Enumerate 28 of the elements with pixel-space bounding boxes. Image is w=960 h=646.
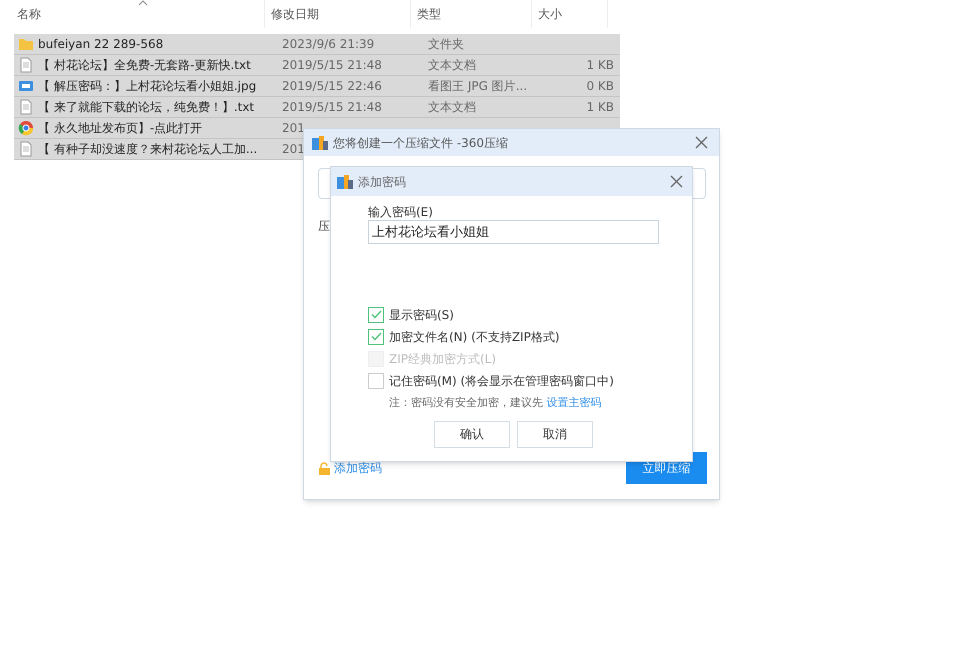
modified-date: 2019/5/15 21:48: [282, 100, 382, 114]
file-type: 看图王 JPG 图片...: [428, 79, 528, 93]
note-text: 注：密码没有安全加密，建议先 设置主密码: [389, 395, 602, 411]
dialog-title: 您将创建一个压缩文件 -360压缩: [333, 134, 510, 152]
file-size: 0 KB: [586, 78, 614, 95]
modified-date: 201: [282, 121, 305, 135]
modified-date: 201: [282, 142, 305, 156]
field-label: 输入密码(E): [368, 205, 434, 219]
file-size: 1 KB: [586, 57, 614, 74]
file-name: 【 村花论坛】全免费-无套路-更新快.txt: [38, 57, 251, 74]
modified-date: 2023/9/6 21:39: [282, 37, 374, 51]
file-name: 【 解压密码：】上村花论坛看小姐姐.jpg: [38, 78, 256, 95]
file-name: bufeiyan 22 289-568: [38, 36, 164, 53]
file-type: 文本文档: [428, 100, 476, 114]
dialog-title: 添加密码: [358, 174, 407, 190]
checkbox-label: 加密文件名(N) (不支持ZIP格式): [389, 328, 560, 346]
file-name: 【 永久地址发布页】-点此打开: [38, 120, 202, 137]
file-type: 文本文档: [428, 58, 476, 72]
modified-date: 2019/5/15 22:46: [282, 79, 382, 93]
checkbox-label: 记住密码(M) (将会显示在管理密码窗口中): [389, 372, 614, 390]
file-type: 文件夹: [428, 37, 464, 51]
file-size: 1 KB: [586, 99, 614, 116]
checkbox-label: ZIP经典加密方式(L): [389, 350, 496, 368]
file-name: 【 有种子却没速度？来村花论坛人工加...: [38, 141, 258, 158]
checkbox-label: 显示密码(S): [389, 306, 454, 324]
modified-date: 2019/5/15 21:48: [282, 58, 382, 72]
field-label: 压: [318, 218, 331, 235]
file-name: 【 来了就能下载的论坛，纯免费！】.txt: [38, 99, 254, 116]
